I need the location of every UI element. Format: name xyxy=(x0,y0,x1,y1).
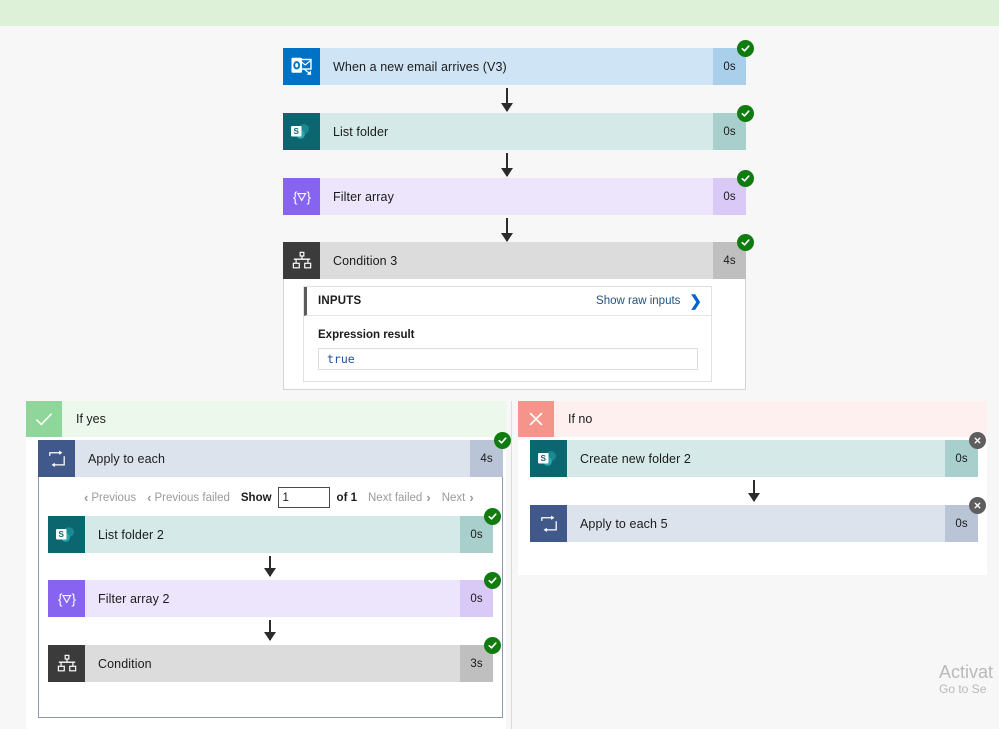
svg-text:{: { xyxy=(293,189,298,204)
top-green-banner xyxy=(0,0,999,26)
action-card-create-new-folder-2[interactable]: S Create new folder 2 0s xyxy=(530,432,986,477)
foreach-pagination: ‹ Previous ‹ Previous failed Show of 1 N… xyxy=(84,487,474,508)
action-card-filter-array[interactable]: { } Filter array 0s xyxy=(283,170,754,215)
chevron-left-icon[interactable]: ‹ xyxy=(84,490,88,505)
connector-arrow xyxy=(264,620,276,641)
previous-button[interactable]: Previous xyxy=(91,492,136,504)
branch-if-yes-header: If yes xyxy=(26,401,506,437)
status-badge-succeeded xyxy=(737,40,754,57)
action-card-list-folder[interactable]: S List folder 0s xyxy=(283,105,754,150)
action-title: Apply to each xyxy=(88,451,166,466)
sharepoint-icon: S xyxy=(530,440,567,477)
action-title: Condition 3 xyxy=(333,253,398,268)
apply-to-each-icon xyxy=(530,505,567,542)
next-button[interactable]: Next xyxy=(442,492,466,504)
action-title: List folder xyxy=(333,124,389,139)
filter-array-icon: { } xyxy=(283,178,320,215)
status-badge-succeeded xyxy=(737,234,754,251)
connector-arrow xyxy=(501,88,513,112)
action-title: Create new folder 2 xyxy=(580,451,691,466)
svg-text:{: { xyxy=(58,591,63,606)
svg-text:S: S xyxy=(59,530,65,539)
page-number-input[interactable] xyxy=(277,487,330,508)
chevron-left-icon[interactable]: ‹ xyxy=(147,490,151,505)
action-title: Condition xyxy=(98,656,152,671)
status-badge-skipped xyxy=(969,432,986,449)
action-title: Apply to each 5 xyxy=(580,516,668,531)
sharepoint-icon: S xyxy=(283,113,320,150)
status-badge-succeeded xyxy=(484,572,501,589)
close-icon xyxy=(518,401,554,437)
status-badge-succeeded xyxy=(494,432,511,449)
connector-arrow xyxy=(501,153,513,177)
next-failed-button[interactable]: Next failed xyxy=(368,492,422,504)
inputs-panel-header[interactable]: INPUTS Show raw inputs ❯ xyxy=(304,287,711,316)
svg-text:S: S xyxy=(294,127,300,136)
inputs-label: INPUTS xyxy=(318,295,362,307)
action-title: List folder 2 xyxy=(98,527,164,542)
status-badge-succeeded xyxy=(737,105,754,122)
action-card-apply-to-each[interactable]: Apply to each 4s xyxy=(38,432,511,477)
action-card-filter-array-2[interactable]: { } Filter array 2 0s xyxy=(48,572,501,617)
check-icon xyxy=(26,401,62,437)
connector-arrow xyxy=(748,480,760,502)
show-label: Show xyxy=(240,491,272,504)
inputs-panel: INPUTS Show raw inputs ❯ Expression resu… xyxy=(303,286,712,382)
chevron-right-icon[interactable]: › xyxy=(469,490,473,505)
action-title: When a new email arrives (V3) xyxy=(333,59,507,74)
svg-text:}: } xyxy=(71,591,76,606)
expression-result-value: true xyxy=(318,348,698,370)
chevron-right-icon[interactable]: › xyxy=(426,490,430,505)
svg-text:}: } xyxy=(306,189,311,204)
flow-run-canvas: When a new email arrives (V3) 0s S List … xyxy=(0,0,999,729)
windows-activation-watermark: Activat Go to Se xyxy=(939,662,997,696)
action-card-condition[interactable]: Condition 3s xyxy=(48,637,501,682)
condition-icon xyxy=(283,242,320,279)
connector-arrow xyxy=(501,218,513,242)
connector-arrow xyxy=(264,556,276,577)
action-card-condition-3[interactable]: Condition 3 4s xyxy=(283,234,754,279)
branch-if-no-header: If no xyxy=(518,401,987,437)
expression-result-label: Expression result xyxy=(318,329,415,341)
apply-to-each-icon xyxy=(38,440,75,477)
svg-text:S: S xyxy=(541,454,547,463)
status-badge-succeeded xyxy=(484,637,501,654)
action-title: Filter array xyxy=(333,189,394,204)
chevron-right-icon[interactable]: ❯ xyxy=(689,294,702,309)
branch-divider xyxy=(511,401,512,729)
show-raw-inputs-link[interactable]: Show raw inputs xyxy=(596,295,680,307)
status-badge-succeeded xyxy=(737,170,754,187)
status-badge-succeeded xyxy=(484,508,501,525)
action-card-list-folder-2[interactable]: S List folder 2 0s xyxy=(48,508,501,553)
watermark-line-1: Activat xyxy=(939,662,994,682)
action-title: Filter array 2 xyxy=(98,591,170,606)
previous-failed-button[interactable]: Previous failed xyxy=(154,492,229,504)
action-card-apply-to-each-5[interactable]: Apply to each 5 0s xyxy=(530,497,986,542)
condition-icon xyxy=(48,645,85,682)
page-total-label: of 1 xyxy=(336,491,357,504)
watermark-line-2: Go to Se xyxy=(939,682,987,696)
sharepoint-icon: S xyxy=(48,516,85,553)
branch-if-no-label: If no xyxy=(568,412,593,426)
inputs-panel-body: Expression result true xyxy=(304,316,711,384)
outlook-icon xyxy=(283,48,320,85)
branch-if-yes-label: If yes xyxy=(76,412,106,426)
status-badge-skipped xyxy=(969,497,986,514)
filter-array-icon: { } xyxy=(48,580,85,617)
action-card-when-a-new-email-arrives[interactable]: When a new email arrives (V3) 0s xyxy=(283,40,754,85)
